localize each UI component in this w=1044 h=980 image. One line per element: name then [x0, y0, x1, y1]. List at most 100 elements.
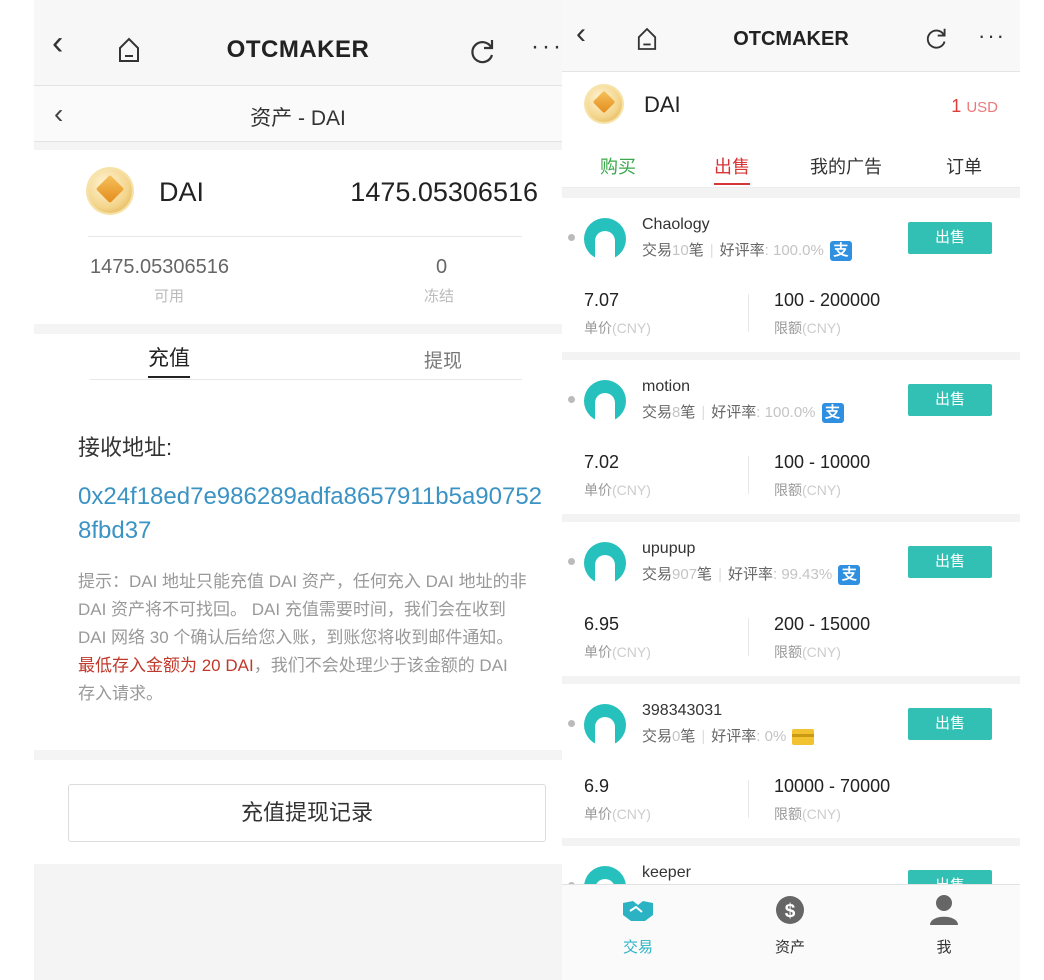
online-status-dot [568, 558, 575, 565]
more-icon[interactable]: ··· [978, 23, 1006, 49]
nav-me-label: 我 [936, 939, 952, 956]
limit-range: 10000 - 70000 [774, 776, 891, 796]
username: upupup [642, 540, 696, 557]
svg-text:$: $ [785, 901, 796, 922]
page-header: ‹ 资产 - DAI [34, 86, 562, 142]
alipay-icon: 支 [829, 241, 852, 262]
unit-price-label: 单价(CNY) [584, 320, 651, 336]
asset-detail-screen: ‹ OTCMAKER ··· ‹ 资产 - DAI DAI 1475.05306… [34, 0, 562, 980]
limit-range: 200 - 15000 [774, 614, 871, 634]
unit-price: 6.9 [584, 776, 610, 796]
deposit-withdraw-tabs: 充值 提现 [90, 334, 522, 380]
address-label: 接收地址: [78, 435, 173, 460]
alipay-icon: 支 [821, 403, 844, 424]
asset-name: DAI [159, 177, 205, 207]
ad-item[interactable]: Chaology 交易10笔 | 好评率: 100.0% 支 出售 7.07 单价(C… [562, 198, 1020, 352]
unit-price-label: 单价(CNY) [584, 482, 651, 498]
bank-card-icon [792, 729, 815, 746]
top-nav-bar: ‹ OTCMAKER ··· [562, 0, 1020, 72]
nav-trade[interactable]: 交易 [598, 893, 678, 957]
username: Chaology [642, 216, 710, 233]
refresh-icon[interactable] [468, 38, 496, 66]
deposit-address[interactable]: 0x24f18ed7e986289adfa8657911b5a907528fbd… [78, 480, 548, 548]
online-status-dot [568, 396, 575, 403]
trade-stats: 交易8笔 | 好评率: 100.0% 支 [642, 401, 844, 424]
nav-trade-label: 交易 [622, 939, 653, 956]
asset-summary: DAI 1475.05306516 1475.05306516 可用 0 冻结 [34, 150, 562, 324]
divider [748, 294, 749, 332]
tab-withdraw[interactable]: 提现 [424, 346, 462, 373]
divider [748, 780, 749, 818]
refresh-icon[interactable] [924, 27, 948, 51]
tab-orders[interactable]: 订单 [946, 153, 982, 179]
records-button[interactable]: 充值提现记录 [68, 784, 546, 842]
username: 398343031 [642, 702, 723, 719]
unit-price: 7.07 [584, 290, 620, 310]
limit-label: 限额(CNY) [774, 320, 841, 336]
nav-asset-label: 资产 [774, 939, 805, 956]
asset-balance: 1475.05306516 [350, 177, 538, 207]
hint-text: 提示：DAI 地址只能充值 DAI 资产，任何充入 DAI 地址的非 DAI 资… [78, 572, 527, 647]
online-status-dot [568, 234, 575, 241]
tab-my-ads[interactable]: 我的广告 [810, 153, 882, 179]
deposit-hint: 提示：DAI 地址只能充值 DAI 资产，任何充入 DAI 地址的非 DAI 资… [78, 568, 528, 708]
trade-stats: 交易10笔 | 好评率: 100.0% 支 [642, 239, 852, 262]
nav-me[interactable]: 我 [904, 893, 984, 957]
frozen-value: 0 [436, 256, 448, 278]
app-title: OTCMAKER [733, 28, 849, 50]
bottom-tab-bar: 交易 $ 资产 我 [562, 884, 1020, 980]
market-tabs: 购买 出售 我的广告 订单 [562, 138, 1020, 188]
sell-button[interactable]: 出售 [908, 546, 992, 578]
otc-market-screen: ‹ OTCMAKER ··· DAI 1 USD 购买 出售 我的广告 订单 C… [562, 0, 1020, 980]
tab-deposit[interactable]: 充值 [148, 342, 190, 378]
limit-label: 限额(CNY) [774, 806, 841, 822]
coin-price: 1 USD [951, 96, 998, 117]
sell-button[interactable]: 出售 [908, 384, 992, 416]
avatar [584, 218, 626, 260]
trade-stats: 交易0笔 | 好评率: 0% [642, 725, 815, 746]
tab-buy[interactable]: 购买 [600, 153, 636, 179]
handshake-icon [623, 901, 653, 921]
coin-name: DAI [644, 92, 681, 117]
unit-price: 6.95 [584, 614, 620, 634]
user-icon [930, 895, 958, 925]
nav-asset[interactable]: $ 资产 [750, 893, 830, 957]
coin-price-unit: USD [966, 99, 998, 116]
divider [88, 236, 522, 237]
available-label: 可用 [154, 288, 185, 305]
coin-selector[interactable]: DAI 1 USD [562, 72, 1020, 138]
limit-label: 限额(CNY) [774, 482, 841, 498]
available-value: 1475.05306516 [90, 256, 230, 278]
online-status-dot [568, 720, 575, 727]
deposit-panel: 充值 提现 接收地址: 0x24f18ed7e986289adfa8657911… [34, 334, 562, 750]
limit-range: 100 - 200000 [774, 290, 881, 310]
ad-item[interactable]: motion 交易8笔 | 好评率: 100.0% 支 出售 7.02 单价(CNY)… [562, 360, 1020, 514]
avatar [584, 542, 626, 584]
divider [748, 618, 749, 656]
unit-price: 7.02 [584, 452, 620, 472]
page-title: 资产 - DAI [250, 107, 346, 130]
unit-price-label: 单价(CNY) [584, 806, 651, 822]
divider [748, 456, 749, 494]
frozen-label: 冻结 [424, 288, 455, 305]
sell-button[interactable]: 出售 [908, 708, 992, 740]
dai-coin-icon [586, 86, 622, 122]
sell-button[interactable]: 出售 [908, 222, 992, 254]
dai-coin-icon [88, 169, 132, 213]
more-icon[interactable]: ··· [531, 33, 562, 61]
username: motion [642, 378, 691, 395]
avatar [584, 380, 626, 422]
coin-price-value: 1 [951, 96, 962, 116]
unit-price-label: 单价(CNY) [584, 644, 651, 660]
username: keeper [642, 864, 691, 881]
avatar [584, 704, 626, 746]
ad-item[interactable]: upupup 交易907笔 | 好评率: 99.43% 支 出售 6.95 单价(CN… [562, 522, 1020, 676]
ad-item[interactable]: 398343031 交易0笔 | 好评率: 0% 出售 6.9 单价(CNY) 10… [562, 684, 1020, 838]
dollar-icon: $ [776, 896, 804, 924]
limit-range: 100 - 10000 [774, 452, 871, 472]
trade-stats: 交易907笔 | 好评率: 99.43% 支 [642, 563, 861, 586]
tab-sell[interactable]: 出售 [714, 153, 750, 185]
top-nav-bar: ‹ OTCMAKER ··· [34, 0, 562, 86]
hint-min-amount: 最低存入金额为 20 DAI [78, 656, 254, 675]
alipay-icon: 支 [838, 565, 861, 586]
